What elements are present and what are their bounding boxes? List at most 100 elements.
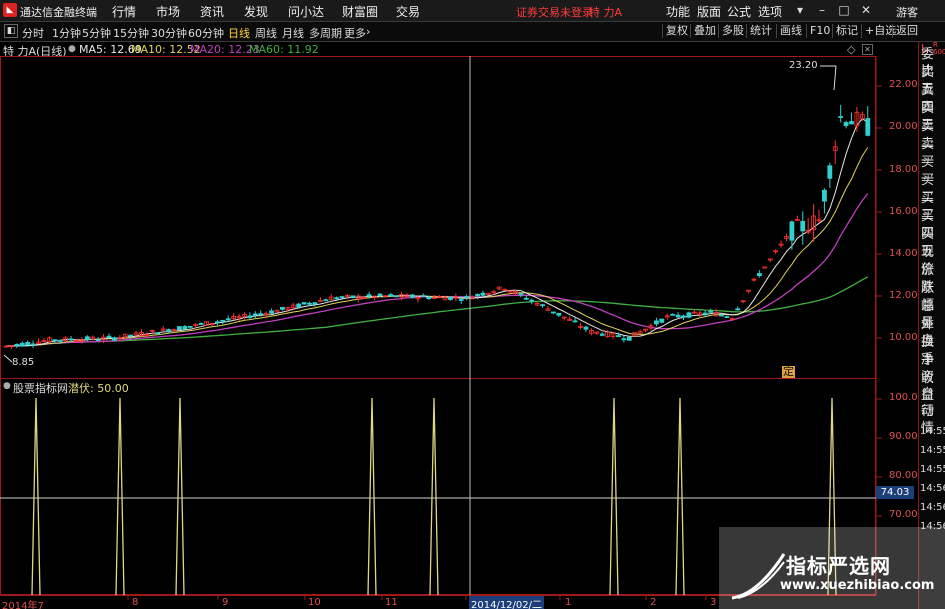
candle-body — [334, 297, 340, 300]
marker-badge[interactable]: 定 — [782, 366, 795, 378]
candle-body — [214, 321, 220, 324]
indicator-current-value: 74.03 — [876, 486, 914, 499]
candle-body — [377, 293, 383, 297]
candle-body — [112, 337, 117, 341]
candle-body — [849, 121, 854, 125]
candle-body — [583, 326, 589, 330]
candle-body — [393, 295, 399, 298]
candle-body — [350, 295, 356, 299]
x-tick: 2014年7 — [2, 601, 44, 609]
low-marker-line — [3, 354, 13, 363]
candle-body — [681, 315, 686, 318]
indicator-y-tick: 100.0 — [889, 392, 918, 403]
candle-body — [198, 323, 204, 325]
ma10-line — [5, 147, 869, 347]
candle-body — [95, 339, 101, 342]
y-tick: 20.00 — [889, 121, 918, 132]
candle-body — [182, 326, 188, 330]
watermark-title: 指标严选网 — [786, 554, 891, 578]
candle-body — [865, 118, 871, 136]
candle-body — [106, 335, 112, 338]
candle-body — [599, 333, 605, 336]
candle-body — [572, 320, 578, 323]
candle-body — [708, 310, 713, 313]
indicator-spike — [175, 397, 185, 596]
candle-body — [420, 295, 426, 297]
tick-time: 14:55 — [920, 464, 945, 475]
x-tick: 11 — [385, 597, 398, 608]
candle-body — [670, 313, 676, 316]
candle-body — [702, 312, 708, 315]
tick-time: 14:55 — [920, 445, 945, 456]
ma20-path — [5, 193, 869, 347]
candle-body — [301, 302, 307, 305]
candle-body — [220, 319, 226, 322]
candle-body — [735, 308, 741, 311]
indicator-spike — [609, 397, 619, 596]
candle-body — [225, 318, 231, 321]
candle-body — [480, 292, 486, 296]
kline-chart[interactable] — [0, 0, 918, 609]
x-tick: 10 — [308, 597, 321, 608]
candle-body — [659, 318, 665, 323]
x-cursor-date: 2014/12/02/二 — [469, 596, 545, 609]
low-price-label: 8.85 — [12, 357, 35, 368]
candle-body — [626, 336, 632, 341]
candle-body — [296, 303, 302, 308]
candle-body — [621, 338, 627, 341]
tick-time: 14:55 — [920, 426, 945, 437]
x-tick: 9 — [222, 597, 229, 608]
candle-body — [529, 299, 535, 302]
candle-body — [800, 220, 806, 232]
candle-body — [14, 344, 20, 346]
candle-body — [155, 332, 161, 335]
ma10-path — [5, 147, 869, 347]
candle-body — [654, 320, 659, 325]
x-tick: 1 — [565, 597, 572, 608]
y-tick: 18.00 — [889, 164, 918, 175]
candle-body — [756, 273, 762, 277]
candle-body — [822, 189, 827, 202]
candle-body — [312, 302, 318, 305]
candle-body — [686, 312, 692, 318]
candle-body — [448, 296, 453, 300]
ma20-line — [5, 193, 869, 347]
candle-body — [426, 296, 432, 300]
candle-body — [68, 338, 74, 341]
candle-body — [551, 311, 556, 314]
watermark-logo-icon — [731, 553, 786, 600]
x-tick: 8 — [132, 597, 139, 608]
candle-body — [518, 293, 524, 296]
app-window: ◣ 通达信金融终端 行情 市场 资讯 发现 问小达 财富圈 交易 证券交易未登录… — [0, 0, 945, 609]
candle-body — [724, 316, 730, 318]
candle-body — [30, 343, 36, 346]
candle-body — [323, 299, 329, 302]
candle-body — [247, 315, 253, 318]
candle-body — [128, 334, 134, 337]
price-panel-frame — [0, 56, 876, 379]
quote-sidebar: L R 600 委比 卖五 卖四 卖三 卖二 卖一 买一 买二 买三 买四 买五… — [918, 42, 945, 609]
candle-body — [57, 340, 63, 342]
indicator-spike — [675, 397, 685, 596]
candle-body — [827, 165, 833, 179]
candle-body — [789, 221, 795, 241]
candle-body — [458, 299, 464, 301]
indicator-spike — [115, 397, 125, 596]
candle-body — [166, 329, 172, 333]
tick-time: 14:56 — [920, 483, 945, 494]
candle-body — [339, 296, 345, 299]
candle-body — [523, 297, 529, 300]
indicator-y-tick: 70.00 — [889, 509, 918, 520]
indicator-source: 股票指标网 — [13, 382, 68, 395]
candle-body — [252, 313, 258, 316]
indicator-spikes — [31, 397, 837, 596]
indicator-settings-icon[interactable]: ● — [3, 381, 11, 391]
y-tick: 22.00 — [889, 79, 918, 90]
y-tick: 16.00 — [889, 206, 918, 217]
candle-body — [616, 335, 621, 338]
candle-body — [464, 296, 470, 298]
candle-body — [25, 342, 31, 346]
candle-body — [719, 314, 724, 317]
candle-body — [675, 314, 681, 318]
candle-body — [388, 294, 394, 297]
